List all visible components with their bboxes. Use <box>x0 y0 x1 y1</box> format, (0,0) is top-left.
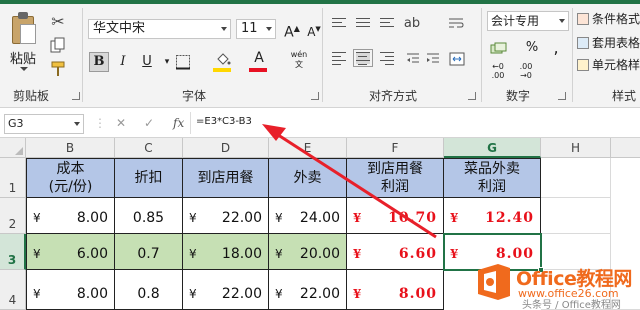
watermark: Office教程网 www.office26.com 头条号 / Office教… <box>472 262 640 310</box>
watermark-credit: 头条号 / Office教程网 <box>522 300 621 310</box>
office-logo-icon <box>478 264 510 300</box>
